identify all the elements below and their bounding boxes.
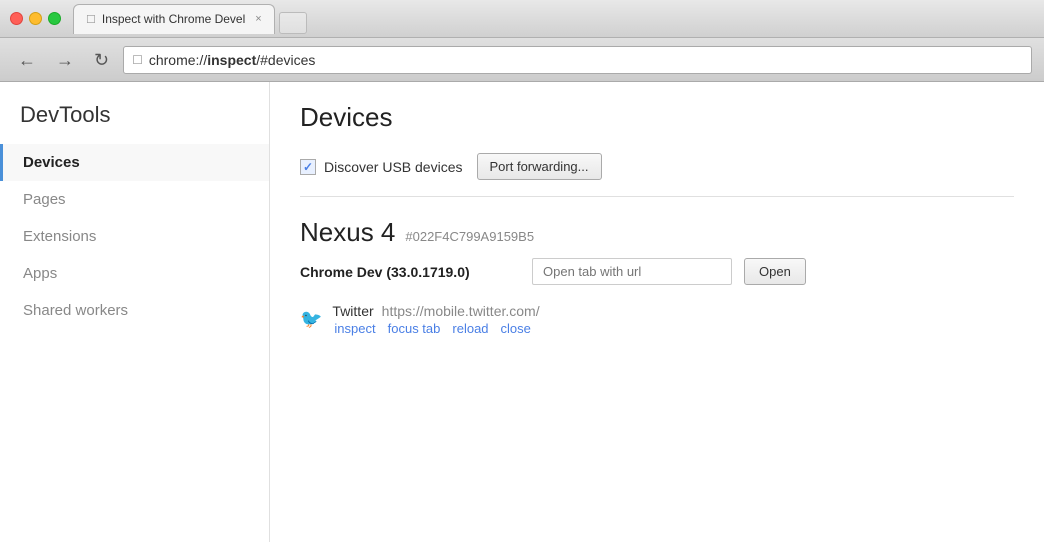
- close-button[interactable]: [10, 12, 23, 25]
- tab-url-text: https://mobile.twitter.com/: [382, 303, 540, 319]
- tab-actions: inspect focus tab reload close: [334, 321, 539, 336]
- page-title: Devices: [300, 102, 1014, 133]
- tab-close-button[interactable]: ×: [255, 13, 261, 25]
- minimize-button[interactable]: [29, 12, 42, 25]
- open-tab-button[interactable]: Open: [744, 258, 806, 285]
- sidebar-item-shared-workers[interactable]: Shared workers: [0, 292, 269, 329]
- tab-title-text: Twitter: [332, 303, 373, 319]
- sidebar-item-devices[interactable]: Devices: [0, 144, 269, 181]
- checkmark-icon: ✓: [303, 160, 313, 174]
- sidebar-title: DevTools: [0, 102, 269, 144]
- active-tab[interactable]: ☐ Inspect with Chrome Devel ×: [73, 4, 275, 34]
- back-button[interactable]: ←: [12, 47, 42, 73]
- titlebar: ☐ Inspect with Chrome Devel ×: [0, 0, 1044, 38]
- main-content: DevTools Devices Pages Extensions Apps S…: [0, 82, 1044, 542]
- port-forwarding-button[interactable]: Port forwarding...: [477, 153, 602, 180]
- browser-row: Chrome Dev (33.0.1719.0) Open: [300, 258, 1014, 285]
- open-tab-url-input[interactable]: [532, 258, 732, 285]
- device-id: #022F4C799A9159B5: [405, 229, 534, 244]
- device-header: Nexus 4 #022F4C799A9159B5: [300, 217, 1014, 248]
- sidebar: DevTools Devices Pages Extensions Apps S…: [0, 82, 270, 542]
- tab-bar: ☐ Inspect with Chrome Devel ×: [73, 4, 1034, 34]
- sidebar-item-pages[interactable]: Pages: [0, 181, 269, 218]
- tab-info: Twitter https://mobile.twitter.com/ insp…: [332, 303, 539, 336]
- browser-name: Chrome Dev (33.0.1719.0): [300, 264, 520, 280]
- twitter-icon: 🐦: [300, 309, 322, 330]
- address-bar[interactable]: ☐ chrome://inspect/#devices: [123, 46, 1032, 74]
- device-section: Nexus 4 #022F4C799A9159B5 Chrome Dev (33…: [300, 217, 1014, 342]
- reload-button[interactable]: ↻: [88, 47, 115, 73]
- sidebar-item-extensions[interactable]: Extensions: [0, 218, 269, 255]
- device-name: Nexus 4: [300, 217, 395, 248]
- focus-tab-link[interactable]: focus tab: [388, 321, 441, 336]
- tab-title: Inspect with Chrome Devel: [102, 12, 245, 26]
- maximize-button[interactable]: [48, 12, 61, 25]
- tab-page-icon: ☐: [86, 13, 96, 26]
- tab-row: 🐦 Twitter https://mobile.twitter.com/ in…: [300, 297, 1014, 342]
- sidebar-item-apps[interactable]: Apps: [0, 255, 269, 292]
- window-controls: [10, 12, 61, 25]
- close-link[interactable]: close: [501, 321, 531, 336]
- new-tab-button[interactable]: [279, 12, 307, 34]
- forward-button[interactable]: →: [50, 47, 80, 73]
- content-area: Devices ✓ Discover USB devices Port forw…: [270, 82, 1044, 542]
- discover-row: ✓ Discover USB devices Port forwarding..…: [300, 153, 1014, 197]
- navbar: ← → ↻ ☐ chrome://inspect/#devices: [0, 38, 1044, 82]
- reload-link[interactable]: reload: [452, 321, 488, 336]
- discover-usb-checkbox-container[interactable]: ✓ Discover USB devices: [300, 159, 463, 175]
- page-icon: ☐: [132, 53, 143, 67]
- discover-usb-label: Discover USB devices: [324, 159, 463, 175]
- address-text: chrome://inspect/#devices: [149, 52, 316, 68]
- inspect-link[interactable]: inspect: [334, 321, 375, 336]
- discover-usb-checkbox[interactable]: ✓: [300, 159, 316, 175]
